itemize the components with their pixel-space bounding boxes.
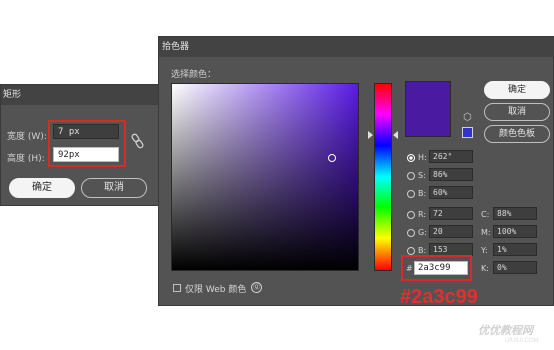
magenta-label: M: xyxy=(481,228,491,237)
brightness-label: B: xyxy=(418,189,427,198)
color-picker-title: 拾色器 xyxy=(159,37,554,57)
color-picker-dialog: 拾色器 选择颜色： ⬡ 确定 取消 颜色色板 H: 262° S: 86% B:… xyxy=(158,36,554,306)
rectangle-dialog: 矩形 宽度 (W): 7 px 高度 (H): 92px 确定 取消 xyxy=(0,84,161,206)
green-radio[interactable] xyxy=(407,229,415,237)
height-label: 高度 (H): xyxy=(7,154,45,164)
hue-field[interactable]: 262° xyxy=(429,150,473,163)
rectangle-dialog-title: 矩形 xyxy=(1,85,161,105)
picker-ok-button[interactable]: 确定 xyxy=(484,81,550,99)
magenta-field[interactable]: 100% xyxy=(493,225,537,238)
saturation-field[interactable]: 86% xyxy=(429,168,473,181)
saturation-radio[interactable] xyxy=(407,172,415,180)
hue-label: H: xyxy=(418,153,427,162)
cyan-label: C: xyxy=(481,210,490,219)
saturation-brightness-field[interactable] xyxy=(171,83,359,271)
dimensions-highlight-box xyxy=(48,120,126,167)
green-label: G: xyxy=(418,228,427,237)
blue-radio[interactable] xyxy=(407,247,415,255)
hue-slider-left-handle[interactable] xyxy=(368,131,373,139)
rect-cancel-button[interactable]: 取消 xyxy=(81,178,147,198)
brightness-field[interactable]: 60% xyxy=(429,186,473,199)
watermark-subtext: UIUIUI.COM xyxy=(505,338,539,344)
yellow-field[interactable]: 1% xyxy=(493,243,537,256)
hue-slider[interactable] xyxy=(374,83,392,271)
hue-radio[interactable] xyxy=(407,154,415,162)
rect-ok-button[interactable]: 确定 xyxy=(9,178,75,198)
black-label: K: xyxy=(481,264,489,273)
width-label: 宽度 (W): xyxy=(7,132,47,142)
red-radio[interactable] xyxy=(407,211,415,219)
web-only-checkbox[interactable] xyxy=(173,284,181,292)
black-field[interactable]: 0% xyxy=(493,261,537,274)
hue-slider-right-handle[interactable] xyxy=(393,131,398,139)
select-color-label: 选择颜色： xyxy=(171,70,217,80)
red-label: R: xyxy=(418,210,427,219)
hex-annotation-text: #2a3c99 xyxy=(400,286,478,308)
color-swatches-button[interactable]: 颜色色板 xyxy=(484,125,550,143)
green-field[interactable]: 20 xyxy=(429,225,473,238)
web-only-label: 仅限 Web 颜色 xyxy=(185,285,247,295)
blue-label: B: xyxy=(418,246,427,255)
web-only-info-icon[interactable]: Ⓠ xyxy=(251,282,262,293)
selected-color-swatch xyxy=(405,81,451,137)
watermark-logo: 优优教程网 xyxy=(478,325,533,337)
hex-highlight-box xyxy=(401,255,472,281)
brightness-radio[interactable] xyxy=(407,190,415,198)
cube-icon[interactable]: ⬡ xyxy=(463,112,472,123)
chain-link-icon[interactable] xyxy=(131,133,145,149)
color-field-marker[interactable] xyxy=(328,154,336,162)
cyan-field[interactable]: 88% xyxy=(493,207,537,220)
yellow-label: Y: xyxy=(481,246,488,255)
red-field[interactable]: 72 xyxy=(429,207,473,220)
web-safe-swatch[interactable] xyxy=(462,127,473,138)
picker-cancel-button[interactable]: 取消 xyxy=(484,103,550,121)
saturation-label: S: xyxy=(418,171,426,180)
